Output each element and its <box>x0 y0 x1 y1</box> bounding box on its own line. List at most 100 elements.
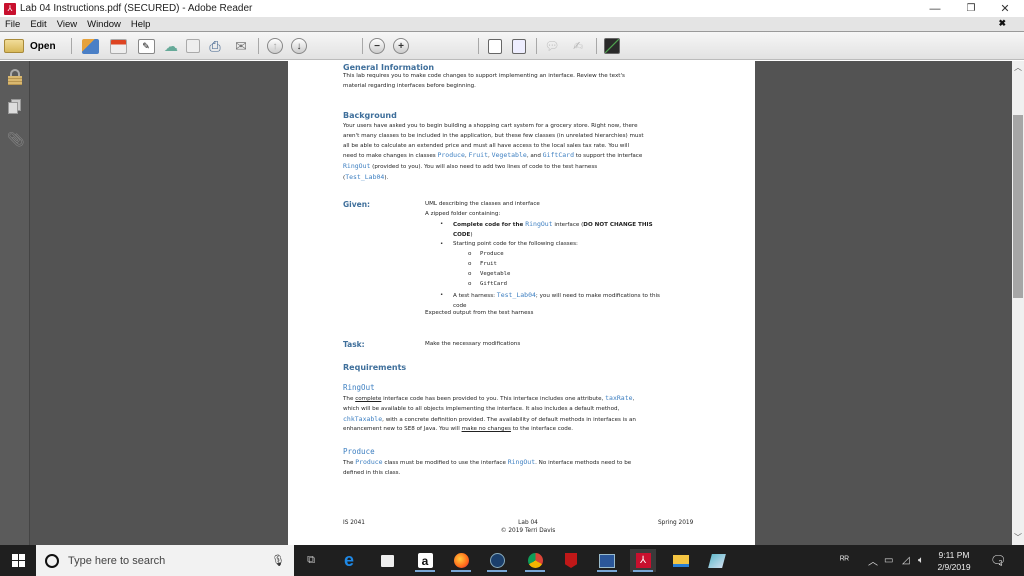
create-pdf-button[interactable] <box>80 37 100 55</box>
adobe-reader-taskbar-icon[interactable]: ⅄ <box>630 549 656 572</box>
steam-icon[interactable] <box>484 549 510 572</box>
system-clock[interactable]: 9:11 PM 2/9/2019 <box>930 549 978 573</box>
comment-icon: 💬︎ <box>544 39 560 53</box>
class-item-fruit: Fruit <box>480 261 497 267</box>
zoom-in-icon: + <box>393 38 409 54</box>
notifications-icon[interactable]: 🗨︎ 2 <box>990 545 1007 576</box>
footer-term: Spring 2019 <box>658 520 694 526</box>
export-pdf-button[interactable] <box>108 37 128 55</box>
fullscreen-button[interactable] <box>602 37 622 55</box>
text-line: all be able to calculate an extended pri… <box>343 142 630 149</box>
export-pdf-icon <box>109 38 127 54</box>
show-hidden-icons[interactable]: ︿ <box>868 545 878 576</box>
scroll-mode-button[interactable] <box>486 37 504 55</box>
menu-edit[interactable]: Edit <box>30 19 46 30</box>
notepad-icon[interactable] <box>704 549 730 572</box>
mcafee-icon[interactable] <box>558 549 584 572</box>
next-page-button[interactable]: ↓ <box>290 37 308 55</box>
wifi-icon[interactable]: ◿ <box>902 545 910 576</box>
zoom-out-button[interactable]: − <box>368 37 386 55</box>
vertical-scrollbar[interactable]: ︿ ﹀ <box>1012 61 1024 545</box>
word-icon[interactable] <box>594 549 620 572</box>
firefox-icon[interactable] <box>448 549 474 572</box>
toolbar-separator <box>536 38 537 54</box>
background-heading: Background <box>343 111 397 120</box>
given-bullet-1: Complete code for the RingOut interface … <box>453 220 653 238</box>
amazon-icon[interactable]: a <box>412 549 438 572</box>
text-line: UML describing the classes and interface <box>425 201 540 207</box>
text-line: RingOut (provided to you). You will also… <box>343 162 598 171</box>
given-bullet-2: Starting point code for the following cl… <box>453 241 578 247</box>
print-button[interactable]: ⎙ <box>204 37 226 55</box>
scrollbar-thumb[interactable] <box>1013 115 1023 298</box>
volume-icon[interactable]: 🔈︎ <box>918 545 924 576</box>
windows-taskbar: Type here to search 🎙︎ ⧉ e a ⅄ ᴿᴿ ︿ ▭ ◿ … <box>0 545 1024 576</box>
general-info-heading: General Information <box>343 63 435 72</box>
store-icon[interactable] <box>374 549 400 572</box>
task-view-icon[interactable]: ⧉ <box>298 549 324 572</box>
text-line: This lab requires you to make code chang… <box>343 73 625 79</box>
navigation-panel: 📎︎ <box>0 61 30 545</box>
sign-button[interactable]: ✍︎ <box>568 37 588 55</box>
footer-lab: Lab 04 <box>518 520 538 526</box>
text-line: defined in this class. <box>343 469 401 476</box>
edit-button[interactable]: ✎ <box>136 37 156 55</box>
clock-time: 9:11 PM <box>938 550 970 560</box>
scroll-up-icon[interactable]: ︿ <box>1012 63 1024 73</box>
chrome-icon[interactable] <box>522 549 548 572</box>
toolbar-separator <box>478 38 479 54</box>
bullet-icon: • <box>440 292 444 298</box>
cloud-upload-button[interactable]: ☁ <box>160 37 182 55</box>
close-button[interactable]: ✕ <box>987 0 1023 17</box>
comment-button[interactable]: 💬︎ <box>542 37 562 55</box>
toolbar: Open ✎ ☁ ⎙ ✉ ↑ ↓ 1 / 2 − + 66.7% ▾ 💬︎ ✍︎… <box>0 31 1024 88</box>
microphone-icon[interactable]: 🎙︎ <box>271 554 285 567</box>
restore-button[interactable]: ❐ <box>953 0 989 17</box>
file-explorer-icon[interactable] <box>668 549 694 572</box>
windows-logo-icon <box>11 554 25 567</box>
menu-file[interactable]: File <box>5 19 20 30</box>
text-line: enhancement new to SE8 of Java. You will… <box>343 426 574 433</box>
clock-date: 2/9/2019 <box>937 562 971 572</box>
edge-icon[interactable]: e <box>336 549 362 572</box>
email-button[interactable]: ✉ <box>230 37 252 55</box>
menu-bar: File Edit View Window Help ✖ <box>0 17 1024 31</box>
people-icon[interactable]: ᴿᴿ <box>840 545 849 576</box>
next-page-icon: ↓ <box>291 38 307 54</box>
toolbar-separator <box>71 38 72 54</box>
menu-help[interactable]: Help <box>131 19 151 30</box>
task-text: Make the necessary modifications <box>425 341 521 347</box>
text-line: which will be available to all objects i… <box>343 405 620 412</box>
start-button[interactable] <box>0 545 36 576</box>
attachment-icon[interactable]: 📎︎ <box>7 131 25 147</box>
text-line: The Produce class must be modified to us… <box>343 458 632 466</box>
lock-icon[interactable] <box>7 69 23 85</box>
cortana-icon <box>45 553 59 568</box>
window-title: Lab 04 Instructions.pdf (SECURED) - Adob… <box>20 3 253 14</box>
bullet-icon: • <box>440 241 444 247</box>
footer-course: IS 2041 <box>343 520 365 526</box>
text-line: aren't many classes to be included in th… <box>343 132 644 139</box>
menu-window[interactable]: Window <box>87 19 121 30</box>
ringout-text: The complete interface code has been pro… <box>343 394 723 435</box>
menu-view[interactable]: View <box>57 19 77 30</box>
text-line: The complete interface code has been pro… <box>343 394 635 402</box>
open-label: Open <box>30 40 56 52</box>
minimize-button[interactable]: — <box>917 0 953 17</box>
scroll-down-icon[interactable]: ﹀ <box>1012 533 1024 543</box>
open-button[interactable]: Open <box>4 37 64 55</box>
task-label: Task: <box>343 340 365 349</box>
pages-icon[interactable] <box>7 99 23 115</box>
text-line: material regarding interfaces before beg… <box>343 82 476 89</box>
fit-page-button[interactable] <box>510 37 528 55</box>
battery-icon[interactable]: ▭ <box>884 545 893 576</box>
email-icon: ✉ <box>235 37 247 54</box>
zoom-in-button[interactable]: + <box>392 37 410 55</box>
prev-page-button[interactable]: ↑ <box>266 37 284 55</box>
general-info-text: This lab requires you to make code chang… <box>343 72 713 92</box>
close-document-icon[interactable]: ✖ <box>998 18 1006 29</box>
save-button[interactable] <box>184 37 202 55</box>
sub-bullet-icon: o <box>468 251 472 257</box>
cloud-upload-icon: ☁ <box>164 37 178 54</box>
taskbar-search[interactable]: Type here to search 🎙︎ <box>36 545 294 576</box>
